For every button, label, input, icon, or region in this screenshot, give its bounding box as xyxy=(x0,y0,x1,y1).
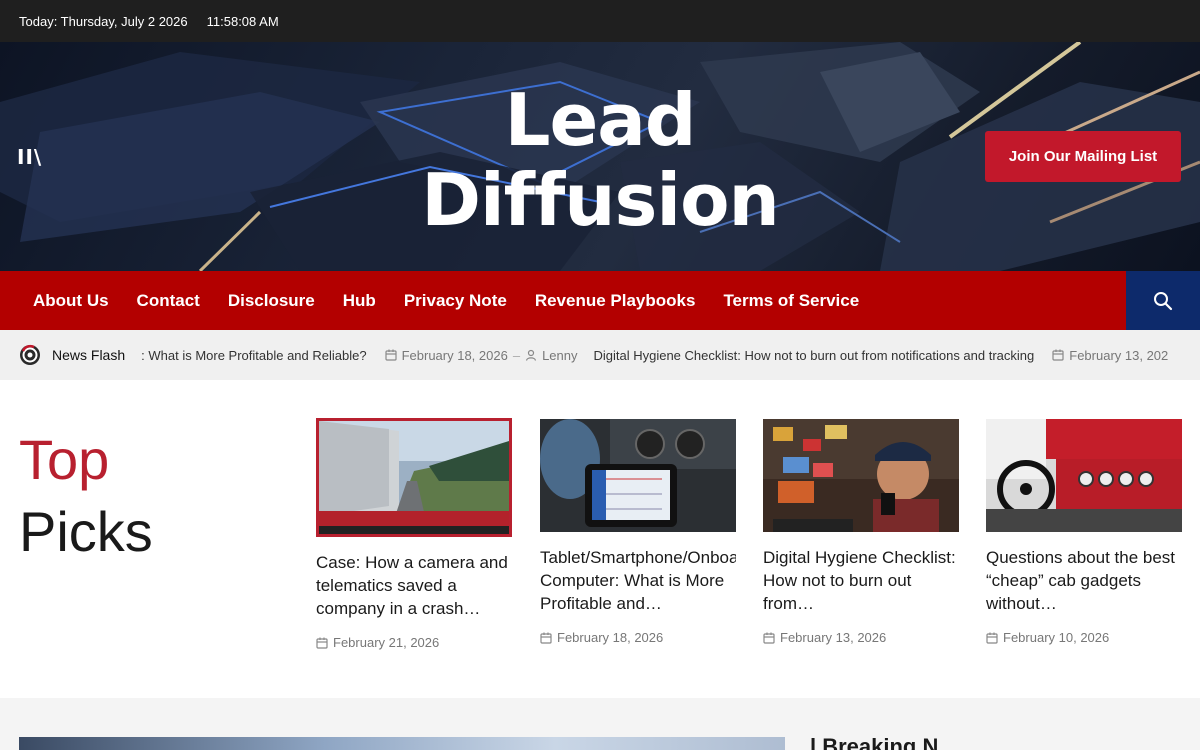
nav-item-revenue-playbooks[interactable]: Revenue Playbooks xyxy=(521,291,710,311)
ticker-item-meta: February 18, 2026 – Lenny xyxy=(384,347,577,363)
news-flash-label: News Flash xyxy=(52,347,126,363)
article-title[interactable]: Digital Hygiene Checklist: How not to bu… xyxy=(763,546,959,615)
featured-image-strip[interactable] xyxy=(19,737,785,750)
article-title[interactable]: Tablet/Smartphone/Onboard Computer: What… xyxy=(540,546,736,615)
ticker-item-meta: February 13, 202 xyxy=(1052,348,1168,363)
site-header: II\ Lead Diffusion Join Our Mailing List xyxy=(0,42,1200,271)
article-date-text: February 10, 2026 xyxy=(1003,630,1110,645)
search-button[interactable] xyxy=(1126,271,1200,330)
calendar-icon xyxy=(540,632,552,644)
user-icon xyxy=(525,349,537,361)
site-logo-line2: Diffusion xyxy=(421,158,780,242)
article-thumbnail[interactable] xyxy=(763,419,959,532)
article-thumbnail[interactable] xyxy=(316,418,512,537)
ticker-item[interactable]: Digital Hygiene Checklist: How not to bu… xyxy=(593,348,1034,363)
article-card: Case: How a camera and telematics saved … xyxy=(316,418,512,650)
truck-cab-interior-image xyxy=(986,419,1182,532)
breaking-news-heading: l Breaking N xyxy=(810,734,939,750)
calendar-icon xyxy=(316,637,328,649)
article-date: February 13, 2026 xyxy=(763,630,959,645)
article-card: Tablet/Smartphone/Onboard Computer: What… xyxy=(540,419,736,645)
article-title[interactable]: Questions about the best “cheap” cab gad… xyxy=(986,546,1182,615)
nav-item-disclosure[interactable]: Disclosure xyxy=(214,291,329,311)
news-flash-icon xyxy=(20,344,40,365)
calendar-icon xyxy=(986,632,998,644)
search-icon xyxy=(1154,291,1173,310)
ticker-item-title[interactable]: : What is More Profitable and Reliable? xyxy=(141,348,366,363)
top-bar: Today: Thursday, July 2 2026 11:58:08 AM xyxy=(0,0,1200,42)
breaking-news-section: l Breaking N xyxy=(0,698,1200,750)
top-picks-section: Top Picks Case: How a camera and telemat… xyxy=(0,380,1200,698)
truck-dashcam-image xyxy=(319,421,509,534)
ticker-item-author[interactable]: Lenny xyxy=(542,348,577,363)
article-date: February 21, 2026 xyxy=(316,635,512,650)
nav-item-contact[interactable]: Contact xyxy=(123,291,214,311)
nav-item-privacy-note[interactable]: Privacy Note xyxy=(390,291,521,311)
article-date-text: February 13, 2026 xyxy=(780,630,887,645)
article-date: February 18, 2026 xyxy=(540,630,736,645)
ticker-item-date: February 18, 2026 xyxy=(401,347,508,363)
nav-item-hub[interactable]: Hub xyxy=(329,291,390,311)
join-mailing-list-button[interactable]: Join Our Mailing List xyxy=(985,131,1181,182)
site-logo[interactable]: Lead Diffusion xyxy=(400,80,800,240)
ticker-item[interactable]: : What is More Profitable and Reliable? xyxy=(141,348,366,363)
tablet-dashboard-image xyxy=(540,419,736,532)
article-title[interactable]: Case: How a camera and telematics saved … xyxy=(316,551,512,620)
top-picks-heading: Top Picks xyxy=(19,424,153,568)
main-navigation: About Us Contact Disclosure Hub Privacy … xyxy=(0,271,1200,330)
top-picks-heading-top: Top xyxy=(19,428,110,491)
calendar-icon xyxy=(384,349,397,361)
meta-separator: – xyxy=(512,347,521,363)
nav-item-terms-of-service[interactable]: Terms of Service xyxy=(709,291,873,311)
nav-menu: About Us Contact Disclosure Hub Privacy … xyxy=(0,291,873,311)
current-time: 11:58:08 AM xyxy=(206,13,279,29)
site-logo-line1: Lead xyxy=(504,78,697,162)
article-thumbnail[interactable] xyxy=(540,419,736,532)
article-date-text: February 18, 2026 xyxy=(557,630,664,645)
article-date-text: February 21, 2026 xyxy=(333,635,440,650)
nav-item-about-us[interactable]: About Us xyxy=(19,291,123,311)
calendar-icon xyxy=(763,632,775,644)
article-card: Digital Hygiene Checklist: How not to bu… xyxy=(763,419,959,645)
article-date: February 10, 2026 xyxy=(986,630,1182,645)
top-picks-heading-picks: Picks xyxy=(19,500,153,563)
calendar-icon xyxy=(1052,349,1064,361)
ticker-item-date: February 13, 202 xyxy=(1069,347,1169,363)
article-thumbnail[interactable] xyxy=(986,419,1182,532)
driver-notifications-image xyxy=(763,419,959,532)
ticker-item-title[interactable]: Digital Hygiene Checklist: How not to bu… xyxy=(593,348,1034,363)
article-card: Questions about the best “cheap” cab gad… xyxy=(986,419,1182,645)
menu-toggle-icon[interactable]: II\ xyxy=(17,145,42,169)
current-date: Today: Thursday, July 2 2026 xyxy=(19,13,188,29)
news-flash-ticker: News Flash : What is More Profitable and… xyxy=(0,330,1200,380)
